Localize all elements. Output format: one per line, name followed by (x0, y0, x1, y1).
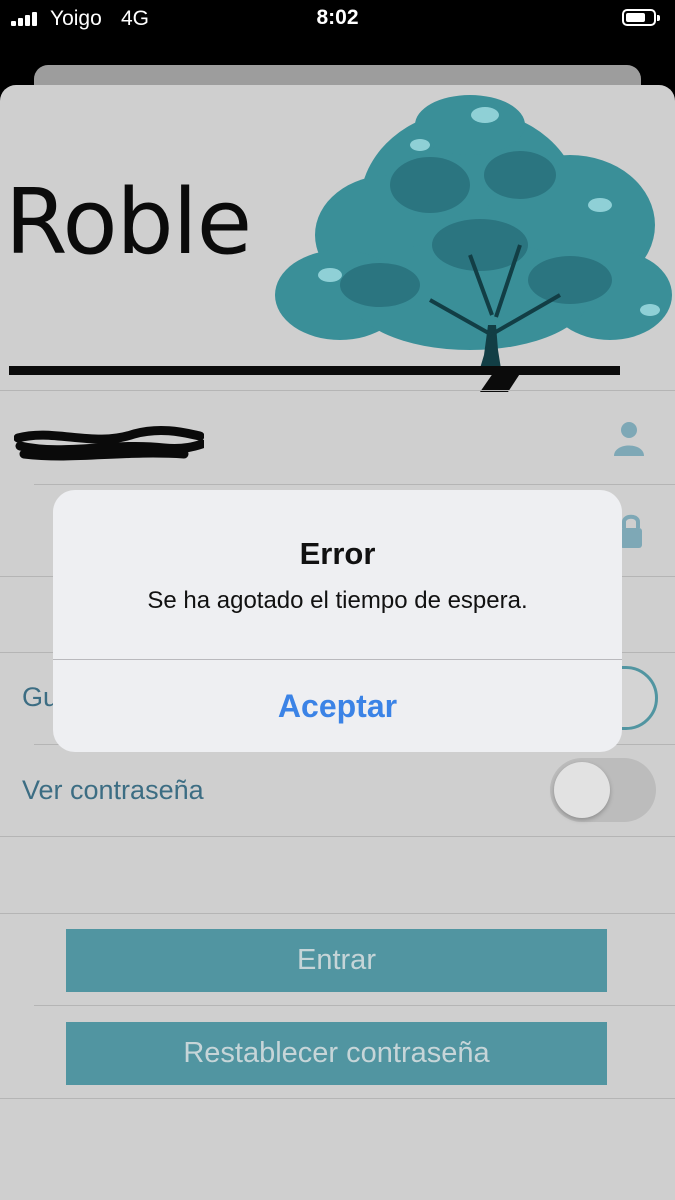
alert-message: Se ha agotado el tiempo de espera. (147, 587, 528, 614)
status-bar: Yoigo 4G 8:02 (0, 0, 675, 40)
lock-icon (620, 514, 642, 548)
battery-icon (622, 9, 660, 26)
show-password-label: Ver contraseña (22, 775, 204, 805)
show-password-toggle[interactable] (550, 758, 656, 822)
separator (0, 390, 675, 391)
separator (34, 484, 675, 485)
separator (0, 836, 675, 837)
person-icon (614, 422, 644, 456)
separator (0, 913, 675, 914)
status-time: 8:02 (316, 6, 359, 29)
separator (34, 1005, 675, 1006)
app-logo-text: Roble (5, 170, 252, 275)
error-alert-dialog: Error Se ha agotado el tiempo de espera.… (53, 490, 622, 752)
oak-tree-icon (275, 95, 672, 375)
logo-underline (9, 366, 620, 375)
login-button[interactable]: Entrar (66, 929, 607, 992)
alert-title: Error (299, 536, 376, 571)
separator (0, 1098, 675, 1099)
redaction-scribble (14, 426, 204, 461)
accept-button[interactable]: Aceptar (53, 660, 622, 752)
reset-password-button[interactable]: Restablecer contraseña (66, 1022, 607, 1085)
